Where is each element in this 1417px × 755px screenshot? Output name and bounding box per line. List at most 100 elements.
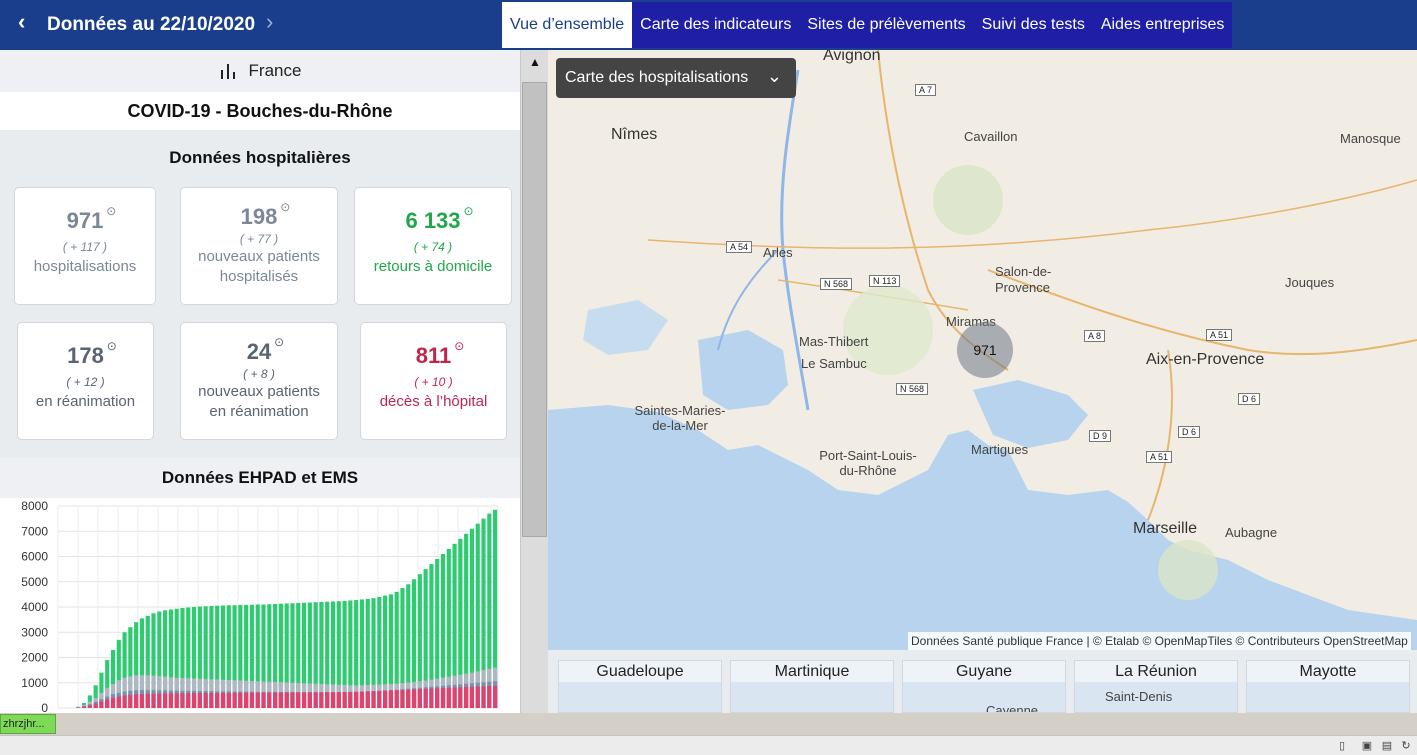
chart-bar-red[interactable] xyxy=(261,692,266,708)
info-icon[interactable]: ⊙ xyxy=(274,335,284,349)
chart-bar-red[interactable] xyxy=(267,692,272,708)
overseas-guadeloupe[interactable]: Guadeloupe xyxy=(558,660,722,713)
chart-bar-red[interactable] xyxy=(469,686,475,708)
chart-bar-red[interactable] xyxy=(174,693,179,708)
scope-selector[interactable]: France xyxy=(0,50,520,92)
chart-bar-red[interactable] xyxy=(209,692,214,708)
previous-day-button[interactable]: ‹ xyxy=(18,9,25,35)
chart-bar-red[interactable] xyxy=(145,693,150,708)
chart-bar-red[interactable] xyxy=(116,696,121,708)
chart-bar-red[interactable] xyxy=(481,686,486,708)
chart-bar-red[interactable] xyxy=(191,693,197,708)
chart-bar-red[interactable] xyxy=(139,694,145,708)
tab-overview[interactable]: Vue d’ensemble xyxy=(502,2,633,48)
page-icon[interactable]: ▯ xyxy=(1335,739,1349,753)
chart-bar-red[interactable] xyxy=(87,705,92,708)
chart-bar-red[interactable] xyxy=(290,692,295,708)
chart-bar-red[interactable] xyxy=(464,687,469,708)
chart-bar-red[interactable] xyxy=(493,685,498,708)
chart-bar-red[interactable] xyxy=(377,690,382,708)
chart-bar-red[interactable] xyxy=(319,692,324,708)
print-icon[interactable]: ▤ xyxy=(1380,739,1394,753)
taskbar-button[interactable]: zhrzjhr... xyxy=(0,714,56,734)
chart-bar-red[interactable] xyxy=(307,692,312,708)
tab-business-aid[interactable]: Aides entreprises xyxy=(1093,2,1233,48)
chart-bar-red[interactable] xyxy=(400,689,405,708)
chart-bar-red[interactable] xyxy=(168,693,173,708)
map-layer-select[interactable]: Carte des hospitalisations ⌄ xyxy=(556,58,796,98)
chart-bar-red[interactable] xyxy=(325,692,330,708)
map-view[interactable]: Carte des hospitalisations ⌄ Avignon Nîm… xyxy=(548,50,1417,650)
chart-bar-red[interactable] xyxy=(284,692,289,708)
map-cluster-marker[interactable]: 971 xyxy=(957,322,1013,378)
chart-bar-red[interactable] xyxy=(278,692,283,708)
chart-bar-red[interactable] xyxy=(359,691,365,708)
overseas-reunion[interactable]: La Réunion Saint-Denis xyxy=(1074,660,1238,713)
chart-bar-red[interactable] xyxy=(336,692,341,708)
save-icon[interactable]: ▣ xyxy=(1360,739,1374,753)
chart-bar-red[interactable] xyxy=(475,686,480,708)
chart-bar-red[interactable] xyxy=(440,688,446,708)
chart-bar-red[interactable] xyxy=(365,691,370,708)
chart-bar-red[interactable] xyxy=(110,697,116,708)
chart-bar-red[interactable] xyxy=(151,693,156,708)
info-icon[interactable]: ⊙ xyxy=(454,339,464,353)
chart-bar-red[interactable] xyxy=(417,689,422,708)
chart-bar-red[interactable] xyxy=(423,688,428,708)
chart-bar-red[interactable] xyxy=(122,695,127,708)
chart-bar-red[interactable] xyxy=(435,688,440,708)
chart-bar-red[interactable] xyxy=(238,692,243,708)
scrollbar-thumb[interactable] xyxy=(522,82,547,537)
chart-bar-red[interactable] xyxy=(371,691,376,708)
chart-bar-red[interactable] xyxy=(186,693,191,708)
chart-bar-red[interactable] xyxy=(487,686,492,708)
overseas-guyane[interactable]: Guyane Cayenne xyxy=(902,660,1066,713)
chart-bar-red[interactable] xyxy=(411,689,417,708)
refresh-icon[interactable]: ↻ xyxy=(1399,739,1413,753)
chart-bar-red[interactable] xyxy=(383,690,388,708)
chart-bar-red[interactable] xyxy=(215,692,220,708)
chart-bar-red[interactable] xyxy=(388,690,393,708)
next-day-button[interactable]: › xyxy=(266,9,273,35)
chart-bar-red[interactable] xyxy=(458,687,463,708)
info-icon[interactable]: ⊙ xyxy=(106,204,116,218)
chart-bar-red[interactable] xyxy=(128,694,133,708)
info-icon[interactable]: ⊙ xyxy=(107,339,117,353)
chart-bar-red[interactable] xyxy=(255,692,260,708)
chart-bar-red[interactable] xyxy=(105,699,110,708)
chart-bar-red[interactable] xyxy=(313,692,318,708)
chart-bar-red[interactable] xyxy=(197,693,202,708)
chart-bar-red[interactable] xyxy=(203,693,208,708)
chart-bar-red[interactable] xyxy=(330,692,336,708)
chart-bar-red[interactable] xyxy=(429,688,434,708)
chart-bar-red[interactable] xyxy=(394,690,399,708)
chart-bar-red[interactable] xyxy=(273,692,278,708)
chart-bar-red[interactable] xyxy=(452,687,457,708)
tab-indicator-map[interactable]: Carte des indicateurs xyxy=(632,2,799,48)
chart-bar-red[interactable] xyxy=(446,687,451,708)
chart-bar-red[interactable] xyxy=(81,706,87,708)
chart-bar-red[interactable] xyxy=(163,693,168,708)
chart-bar-red[interactable] xyxy=(244,692,249,708)
chart-bar-red[interactable] xyxy=(93,703,98,708)
chart-bar-red[interactable] xyxy=(220,692,226,708)
tab-testing-sites[interactable]: Sites de prélèvements xyxy=(799,2,973,48)
chart-bar-red[interactable] xyxy=(157,693,162,708)
chart-bar-red[interactable] xyxy=(296,692,301,708)
info-icon[interactable]: ⊙ xyxy=(280,200,290,214)
overseas-mayotte[interactable]: Mayotte xyxy=(1246,660,1410,713)
chart-bar-red[interactable] xyxy=(180,693,185,708)
chart-bar-red[interactable] xyxy=(406,689,411,708)
chart-bar-red[interactable] xyxy=(249,692,255,708)
chart-bar-red[interactable] xyxy=(99,701,104,708)
chart-bar-red[interactable] xyxy=(342,691,347,708)
chart-bar-red[interactable] xyxy=(348,691,353,708)
left-panel-scrollbar[interactable]: ▲ xyxy=(520,50,548,713)
scroll-up-arrow-icon[interactable]: ▲ xyxy=(525,55,545,75)
chart-bar-red[interactable] xyxy=(354,691,359,708)
overseas-martinique[interactable]: Martinique xyxy=(730,660,894,713)
chart-bar-red[interactable] xyxy=(134,694,139,708)
map-attribution[interactable]: Données Santé publique France | © Etalab… xyxy=(908,632,1411,650)
tab-test-tracking[interactable]: Suivi des tests xyxy=(974,2,1093,48)
info-icon[interactable]: ⊙ xyxy=(463,204,473,218)
